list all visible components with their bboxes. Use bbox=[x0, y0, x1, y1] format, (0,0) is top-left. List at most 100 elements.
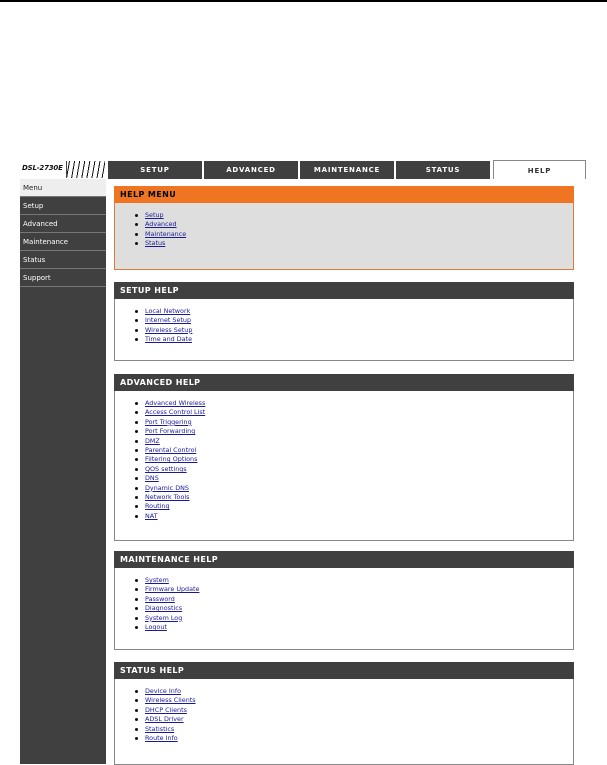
sidebar-item-menu[interactable]: Menu bbox=[20, 179, 106, 197]
help-link-access-control-list[interactable]: Access Control List bbox=[145, 408, 205, 416]
list-item[interactable]: System bbox=[135, 576, 573, 585]
maintenance-help-title: MAINTENANCE HELP bbox=[114, 551, 574, 568]
list-item[interactable]: Internet Setup bbox=[135, 316, 573, 325]
list-item[interactable]: QOS settings bbox=[135, 465, 573, 474]
help-link-nat[interactable]: NAT bbox=[145, 512, 158, 520]
list-item[interactable]: Network Tools bbox=[135, 493, 573, 502]
help-link-firmware-update[interactable]: Firmware Update bbox=[145, 585, 199, 593]
setup-help-section: SETUP HELP Local Network Internet Setup … bbox=[114, 282, 574, 361]
tab-status[interactable]: STATUS bbox=[396, 161, 490, 179]
main-content: HELP MENU Setup Advanced Maintenance Sta… bbox=[108, 179, 586, 765]
list-item[interactable]: Maintenance bbox=[135, 230, 573, 239]
status-help-body: Device Info Wireless Clients DHCP Client… bbox=[114, 679, 574, 765]
router-admin-app: DSL-2730E SETUP ADVANCED MAINTENANCE STA… bbox=[20, 160, 586, 765]
list-item[interactable]: Setup bbox=[135, 211, 573, 220]
status-help-title: STATUS HELP bbox=[114, 662, 574, 679]
help-link-port-forwarding[interactable]: Port Forwarding bbox=[145, 427, 195, 435]
tab-maintenance[interactable]: MAINTENANCE bbox=[300, 161, 394, 179]
help-link-password[interactable]: Password bbox=[145, 595, 175, 603]
help-link-system-log[interactable]: System Log bbox=[145, 614, 182, 622]
setup-help-title: SETUP HELP bbox=[114, 282, 574, 299]
help-link-local-network[interactable]: Local Network bbox=[145, 307, 190, 315]
help-link-advanced[interactable]: Advanced bbox=[145, 220, 177, 228]
help-menu-body: Setup Advanced Maintenance Status bbox=[114, 203, 574, 270]
help-link-dynamic-dns[interactable]: Dynamic DNS bbox=[145, 484, 189, 492]
help-link-wireless-setup[interactable]: Wireless Setup bbox=[145, 326, 192, 334]
list-item[interactable]: Time and Date bbox=[135, 335, 573, 344]
list-item[interactable]: Device Info bbox=[135, 687, 573, 696]
list-item[interactable]: DMZ bbox=[135, 437, 573, 446]
list-item[interactable]: Routing bbox=[135, 502, 573, 511]
help-menu-section: HELP MENU Setup Advanced Maintenance Sta… bbox=[114, 186, 574, 270]
tab-advanced[interactable]: ADVANCED bbox=[204, 161, 298, 179]
list-item[interactable]: Wireless Clients bbox=[135, 696, 573, 705]
list-item[interactable]: Status bbox=[135, 239, 573, 248]
list-item[interactable]: Statistics bbox=[135, 725, 573, 734]
help-link-routing[interactable]: Routing bbox=[145, 502, 170, 510]
help-link-port-triggering[interactable]: Port Triggering bbox=[145, 418, 192, 426]
help-link-maintenance[interactable]: Maintenance bbox=[145, 230, 186, 238]
list-item[interactable]: DNS bbox=[135, 474, 573, 483]
list-item[interactable]: Parental Control bbox=[135, 446, 573, 455]
list-item[interactable]: Route Info bbox=[135, 734, 573, 743]
sidebar: Menu Setup Advanced Maintenance Status S… bbox=[20, 179, 106, 764]
help-link-dns[interactable]: DNS bbox=[145, 474, 159, 482]
help-link-time-and-date[interactable]: Time and Date bbox=[145, 335, 192, 343]
help-link-device-info[interactable]: Device Info bbox=[145, 687, 181, 695]
list-item[interactable]: Diagnostics bbox=[135, 604, 573, 613]
top-tabs: SETUP ADVANCED MAINTENANCE STATUS HELP bbox=[108, 160, 586, 180]
list-item[interactable]: Local Network bbox=[135, 307, 573, 316]
help-link-logout[interactable]: Logout bbox=[145, 623, 167, 631]
list-item[interactable]: Port Forwarding bbox=[135, 427, 573, 436]
help-link-route-info[interactable]: Route Info bbox=[145, 734, 178, 742]
list-item[interactable]: Wireless Setup bbox=[135, 326, 573, 335]
help-link-diagnostics[interactable]: Diagnostics bbox=[145, 604, 182, 612]
list-item[interactable]: Advanced bbox=[135, 220, 573, 229]
sidebar-item-support[interactable]: Support bbox=[20, 269, 106, 287]
help-link-internet-setup[interactable]: Internet Setup bbox=[145, 316, 191, 324]
list-item[interactable]: Dynamic DNS bbox=[135, 484, 573, 493]
tab-setup[interactable]: SETUP bbox=[108, 161, 202, 179]
list-item[interactable]: Access Control List bbox=[135, 408, 573, 417]
help-link-advanced-wireless[interactable]: Advanced Wireless bbox=[145, 399, 205, 407]
help-link-system[interactable]: System bbox=[145, 576, 169, 584]
list-item[interactable]: ADSL Driver bbox=[135, 715, 573, 724]
help-link-setup[interactable]: Setup bbox=[145, 211, 164, 219]
list-item[interactable]: System Log bbox=[135, 614, 573, 623]
status-help-section: STATUS HELP Device Info Wireless Clients… bbox=[114, 662, 574, 765]
sidebar-item-advanced[interactable]: Advanced bbox=[20, 215, 106, 233]
help-link-network-tools[interactable]: Network Tools bbox=[145, 493, 189, 501]
list-item[interactable]: NAT bbox=[135, 512, 573, 521]
tab-help[interactable]: HELP bbox=[493, 160, 586, 180]
list-item[interactable]: Advanced Wireless bbox=[135, 399, 573, 408]
help-link-dmz[interactable]: DMZ bbox=[145, 437, 160, 445]
model-label: DSL-2730E bbox=[22, 164, 63, 172]
help-link-adsl-driver[interactable]: ADSL Driver bbox=[145, 715, 184, 723]
help-link-qos-settings[interactable]: QOS settings bbox=[145, 465, 187, 473]
sidebar-item-maintenance[interactable]: Maintenance bbox=[20, 233, 106, 251]
link-list: Local Network Internet Setup Wireless Se… bbox=[115, 299, 573, 345]
list-item[interactable]: Port Triggering bbox=[135, 418, 573, 427]
logo-hatch-icon bbox=[66, 161, 105, 178]
list-item[interactable]: Filtering Options bbox=[135, 455, 573, 464]
link-list: Setup Advanced Maintenance Status bbox=[115, 203, 573, 249]
sidebar-item-status[interactable]: Status bbox=[20, 251, 106, 269]
list-item[interactable]: Logout bbox=[135, 623, 573, 632]
sidebar-item-setup[interactable]: Setup bbox=[20, 197, 106, 215]
model-logo: DSL-2730E bbox=[20, 160, 106, 180]
help-link-status[interactable]: Status bbox=[145, 239, 165, 247]
help-link-dhcp-clients[interactable]: DHCP Clients bbox=[145, 706, 187, 714]
list-item[interactable]: Password bbox=[135, 595, 573, 604]
maintenance-help-section: MAINTENANCE HELP System Firmware Update … bbox=[114, 551, 574, 650]
advanced-help-body: Advanced Wireless Access Control List Po… bbox=[114, 391, 574, 541]
help-link-filtering-options[interactable]: Filtering Options bbox=[145, 455, 197, 463]
setup-help-body: Local Network Internet Setup Wireless Se… bbox=[114, 299, 574, 361]
link-list: System Firmware Update Password Diagnost… bbox=[115, 568, 573, 632]
help-menu-title: HELP MENU bbox=[114, 186, 574, 203]
maintenance-help-body: System Firmware Update Password Diagnost… bbox=[114, 568, 574, 650]
list-item[interactable]: DHCP Clients bbox=[135, 706, 573, 715]
help-link-statistics[interactable]: Statistics bbox=[145, 725, 174, 733]
list-item[interactable]: Firmware Update bbox=[135, 585, 573, 594]
help-link-wireless-clients[interactable]: Wireless Clients bbox=[145, 696, 196, 704]
help-link-parental-control[interactable]: Parental Control bbox=[145, 446, 196, 454]
